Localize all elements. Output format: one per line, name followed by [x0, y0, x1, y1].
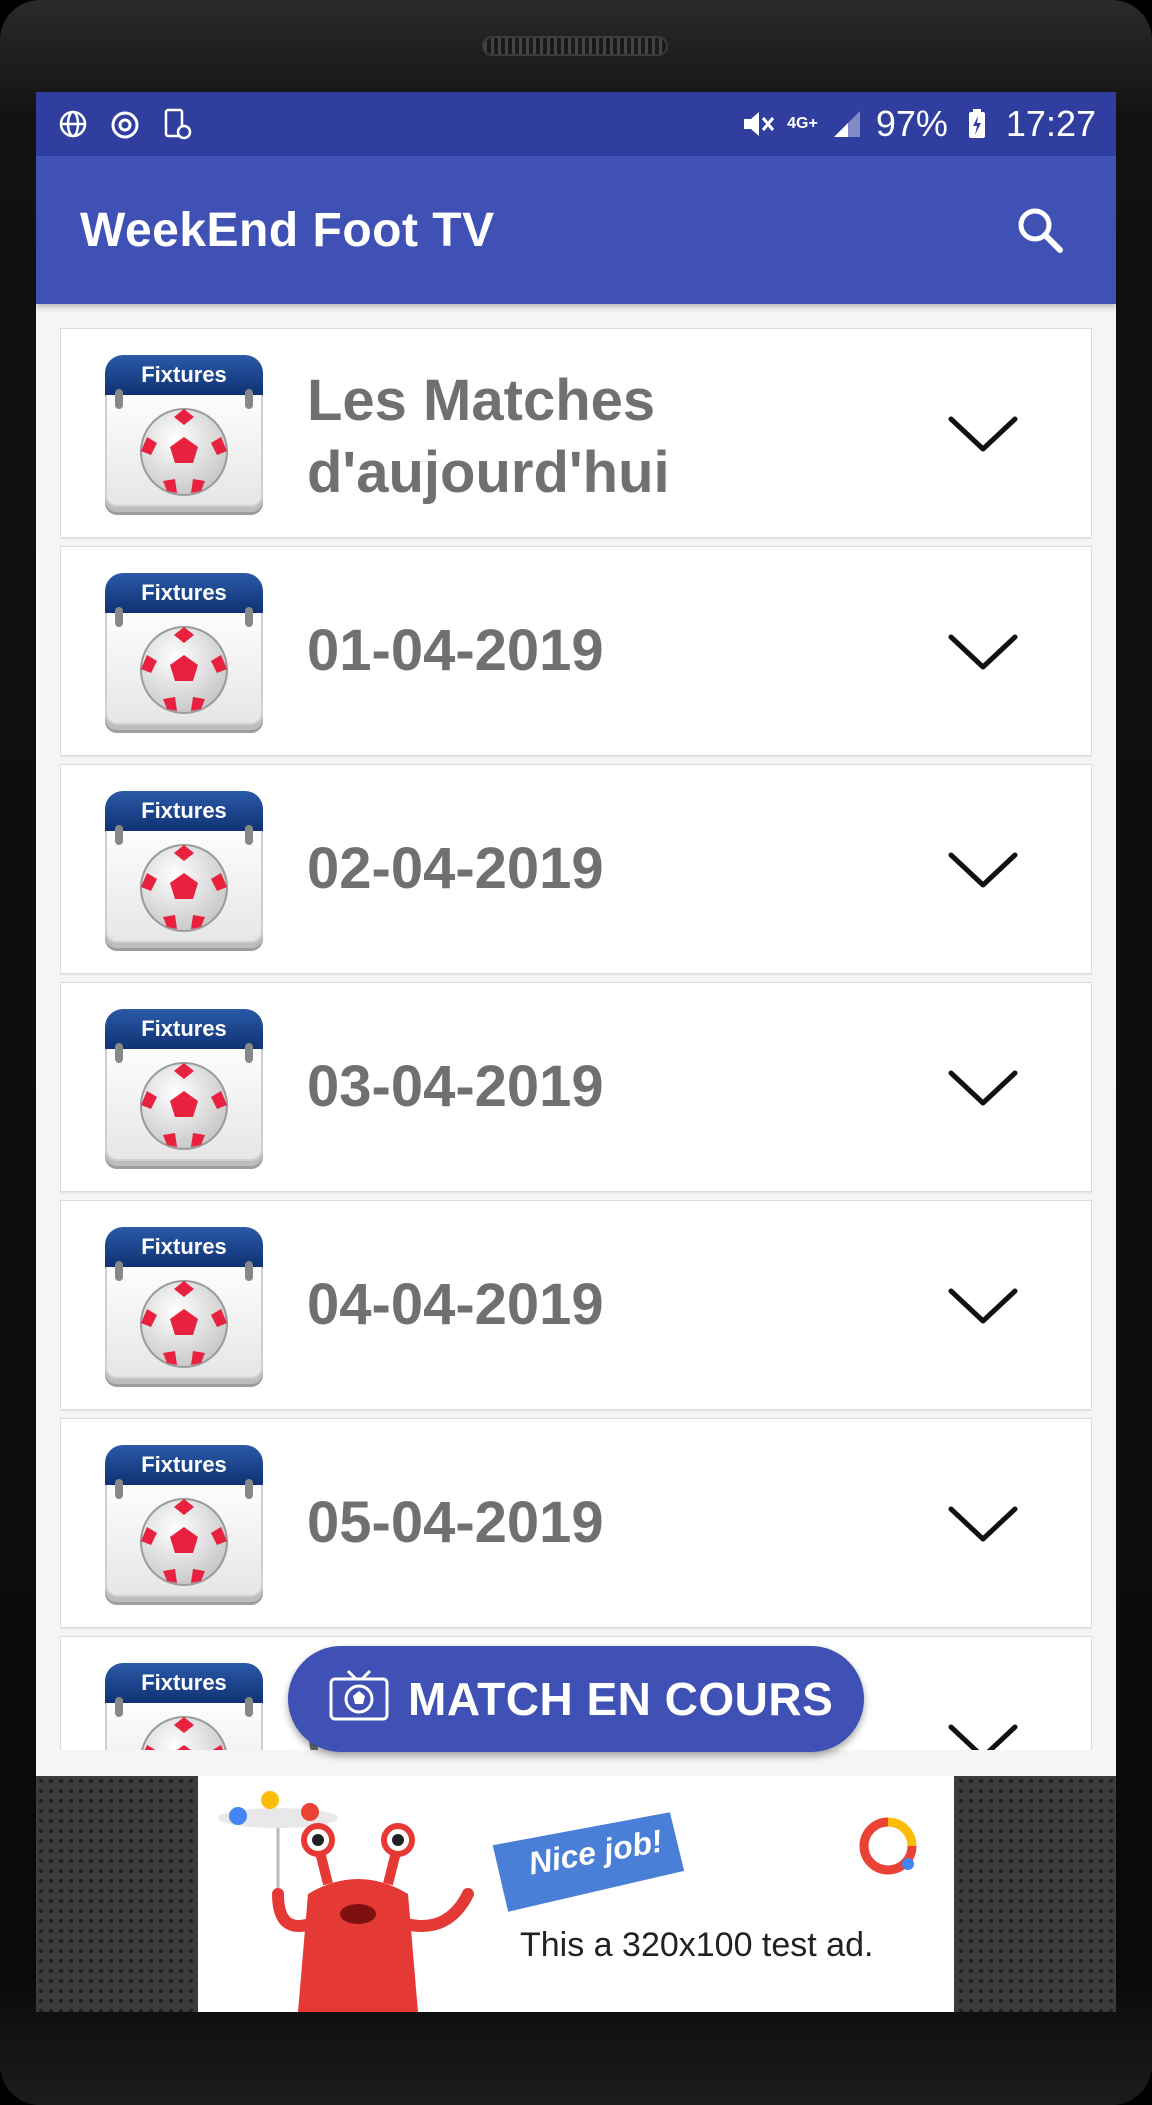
fixtures-label: Fixtures — [105, 1227, 263, 1271]
list-item[interactable]: Fixtures 03-04-2019 — [60, 982, 1092, 1192]
chevron-down-icon[interactable] — [947, 1057, 1019, 1117]
soccer-ball-icon — [139, 1279, 229, 1369]
fixtures-list: Fixtures Les Matches d'aujourd'hui Fixtu… — [60, 328, 1092, 1750]
list-item[interactable]: Fixtures Les Matches d'aujourd'hui — [60, 328, 1092, 538]
status-time: 17:27 — [1005, 103, 1096, 144]
chevron-down-icon[interactable] — [947, 403, 1019, 463]
fixtures-calendar-icon: Fixtures — [105, 355, 263, 513]
fixtures-calendar-icon: Fixtures — [105, 1663, 263, 1750]
calendar-ring — [115, 607, 123, 627]
timer-icon — [108, 107, 142, 141]
tv-football-icon — [328, 1669, 390, 1730]
match-en-cours-button[interactable]: MATCH EN COURS — [288, 1646, 864, 1752]
list-item[interactable]: Fixtures 01-04-2019 — [60, 546, 1092, 756]
app-title: WeekEnd Foot TV — [80, 203, 495, 257]
globe-icon — [56, 107, 90, 141]
phone-frame: 4G+ 97% 17:27 WeekEnd Foot TV Fixtures L… — [0, 0, 1152, 2105]
item-title: 01-04-2019 — [307, 618, 604, 683]
fixtures-label: Fixtures — [105, 1663, 263, 1707]
fixtures-label: Fixtures — [105, 1445, 263, 1489]
match-en-cours-label: MATCH EN COURS — [408, 1673, 834, 1725]
calendar-ring — [245, 1043, 253, 1063]
ad-text: This a 320x100 test ad. — [520, 1926, 874, 1964]
calendar-ring — [115, 389, 123, 409]
soccer-ball-icon — [139, 843, 229, 933]
phone-update-icon — [160, 107, 194, 141]
list-item[interactable]: Fixtures 04-04-2019 — [60, 1200, 1092, 1410]
list-item[interactable]: Fixtures 02-04-2019 — [60, 764, 1092, 974]
soccer-ball-icon — [139, 625, 229, 715]
speaker-grille — [482, 36, 668, 56]
item-title: 04-04-2019 — [307, 1272, 604, 1337]
item-title-line1: Les Matches — [307, 368, 656, 433]
app-bar: WeekEnd Foot TV — [36, 156, 1116, 304]
soccer-ball-icon — [139, 407, 229, 497]
soccer-ball-icon — [139, 1061, 229, 1151]
ad-area: Nice job! This a 320x100 test ad. — [36, 1776, 1116, 2012]
calendar-ring — [245, 607, 253, 627]
fixtures-calendar-icon: Fixtures — [105, 573, 263, 731]
monster-illustration — [218, 1791, 474, 2012]
calendar-ring — [115, 1043, 123, 1063]
screen: 4G+ 97% 17:27 WeekEnd Foot TV Fixtures L… — [36, 92, 1116, 2012]
chevron-down-icon[interactable] — [947, 1711, 1019, 1750]
status-bar: 4G+ 97% 17:27 — [36, 92, 1116, 156]
list-item[interactable]: Fixtures 05-04-2019 — [60, 1418, 1092, 1628]
calendar-ring — [245, 389, 253, 409]
calendar-ring — [245, 1479, 253, 1499]
signal-icon — [830, 107, 864, 141]
ad-banner[interactable]: Nice job! This a 320x100 test ad. — [198, 1776, 954, 2012]
soccer-ball-icon — [139, 1497, 229, 1587]
calendar-ring — [115, 1697, 123, 1717]
calendar-ring — [245, 1261, 253, 1281]
ad-logo-icon — [859, 1817, 917, 1875]
fixtures-calendar-icon: Fixtures — [105, 1227, 263, 1385]
search-icon[interactable] — [1008, 198, 1072, 262]
fixtures-calendar-icon: Fixtures — [105, 791, 263, 949]
chevron-down-icon[interactable] — [947, 839, 1019, 899]
chevron-down-icon[interactable] — [947, 1493, 1019, 1553]
chevron-down-icon[interactable] — [947, 621, 1019, 681]
fixtures-label: Fixtures — [105, 791, 263, 835]
item-title: 02-04-2019 — [307, 836, 604, 901]
fixtures-label: Fixtures — [105, 1009, 263, 1053]
fixtures-calendar-icon: Fixtures — [105, 1009, 263, 1167]
item-title-line2: d'aujourd'hui — [307, 440, 670, 505]
soccer-ball-icon — [139, 1715, 229, 1750]
item-title: Les Matches d'aujourd'hui — [307, 365, 670, 509]
battery-percent: 97% — [875, 103, 948, 144]
calendar-ring — [245, 1697, 253, 1717]
mute-icon — [741, 107, 775, 141]
calendar-ring — [245, 825, 253, 845]
fixtures-calendar-icon: Fixtures — [105, 1445, 263, 1603]
fixtures-label: Fixtures — [105, 355, 263, 399]
network-4g-label: 4G+ — [787, 115, 818, 132]
chevron-down-icon[interactable] — [947, 1275, 1019, 1335]
calendar-ring — [115, 825, 123, 845]
calendar-ring — [115, 1479, 123, 1499]
calendar-ring — [115, 1261, 123, 1281]
battery-charging-icon — [960, 107, 994, 141]
item-title: 03-04-2019 — [307, 1054, 604, 1119]
fixtures-label: Fixtures — [105, 573, 263, 617]
item-title: 05-04-2019 — [307, 1490, 604, 1555]
